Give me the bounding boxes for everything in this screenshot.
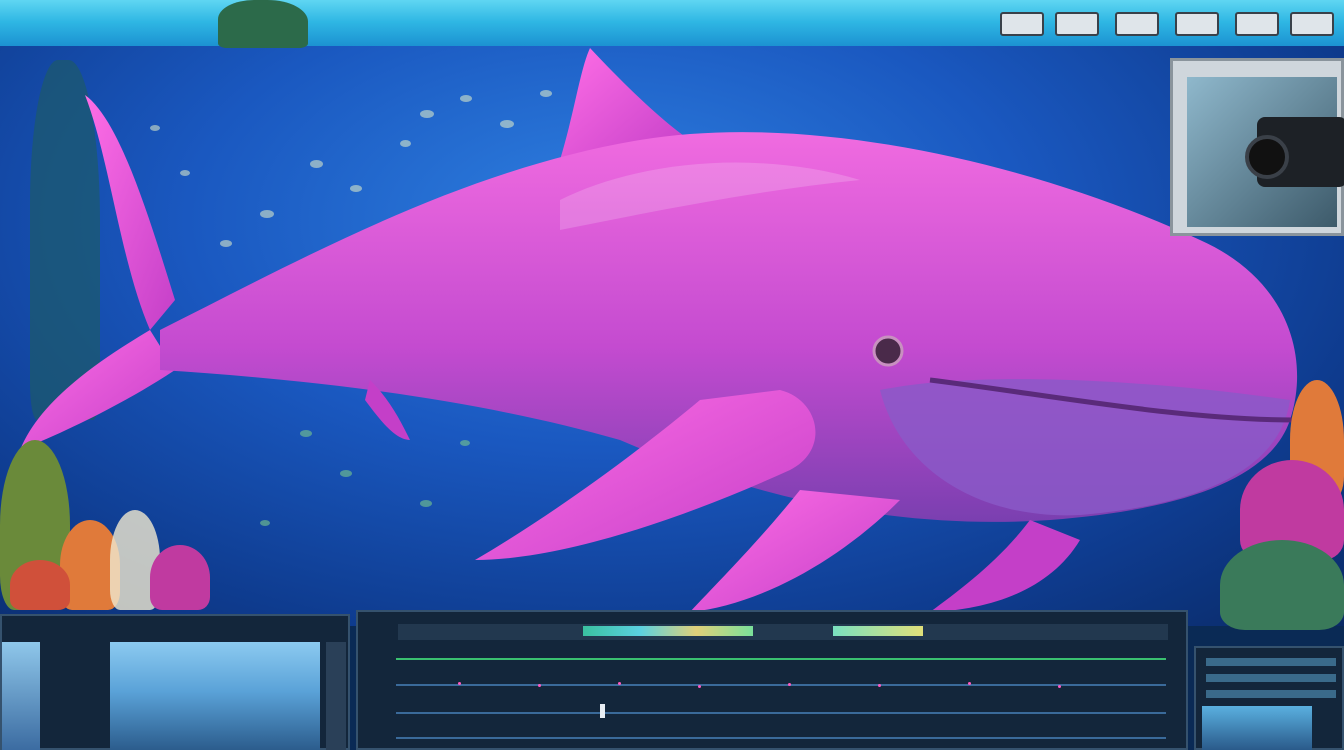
control-row [1206, 690, 1336, 698]
preview-panel [0, 614, 350, 750]
whale-eye [872, 335, 904, 367]
timeline-track [396, 658, 1166, 660]
control-row [1206, 674, 1336, 682]
timeline-panel [356, 610, 1188, 750]
timeline-track [396, 737, 1166, 739]
playhead[interactable] [600, 704, 605, 718]
timeline-track [396, 712, 1166, 714]
whale-tail [85, 95, 175, 330]
preview-side-controls [326, 642, 346, 750]
camera-lens [1245, 135, 1289, 179]
camera-monitor [1170, 58, 1344, 236]
monitor-screen [1187, 77, 1344, 227]
timeline-track [396, 684, 1166, 686]
timeline-color-strip-2 [833, 626, 923, 636]
mini-thumbnail [1202, 706, 1312, 750]
camera-rig-bar [1000, 12, 1334, 36]
side-control-panel [1194, 646, 1344, 750]
preview-thumbnail-main [110, 642, 320, 750]
timeline-color-strip [583, 626, 753, 636]
underwater-scene [0, 0, 1344, 750]
control-row [1206, 658, 1336, 666]
timeline-toolbar [398, 624, 1168, 640]
preview-thumbnail-left [2, 642, 40, 750]
